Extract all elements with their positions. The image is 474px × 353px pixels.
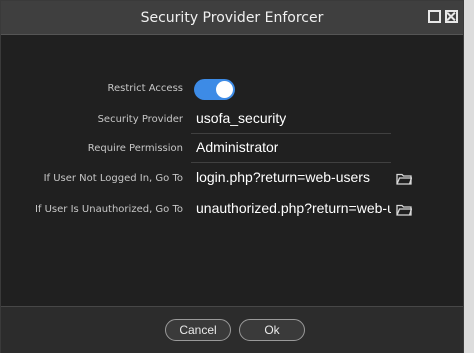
field-divider (191, 162, 391, 163)
restrict-access-label: Restrict Access (107, 83, 183, 94)
security-provider-dialog: Security Provider Enforcer Restrict Acce… (0, 0, 464, 353)
not-logged-in-row: If User Not Logged In, Go To login.php?r… (1, 167, 463, 193)
background-window-edge (464, 0, 474, 353)
ok-button[interactable]: Ok (239, 319, 305, 341)
require-permission-row: Require Permission Administrator (1, 137, 463, 163)
folder-icon[interactable] (396, 173, 412, 185)
not-logged-in-url-input[interactable]: login.php?return=web-users (196, 169, 391, 185)
toggle-knob (216, 81, 233, 98)
field-divider (191, 133, 391, 134)
folder-icon[interactable] (396, 204, 412, 216)
dialog-footer: Cancel Ok (1, 306, 463, 353)
restrict-access-row: Restrict Access (1, 77, 463, 103)
security-provider-row: Security Provider usofa_security (1, 108, 463, 134)
not-logged-in-label: If User Not Logged In, Go To (43, 173, 183, 184)
unauthorized-url-input[interactable]: unauthorized.php?return=web-us (196, 200, 391, 216)
restrict-access-toggle[interactable] (194, 79, 235, 100)
security-provider-value[interactable]: usofa_security (196, 110, 286, 126)
dialog-title: Security Provider Enforcer (140, 10, 324, 26)
maximize-icon[interactable] (428, 10, 441, 23)
security-provider-label: Security Provider (97, 114, 183, 125)
require-permission-label: Require Permission (87, 143, 183, 154)
unauthorized-row: If User Is Unauthorized, Go To unauthori… (1, 198, 463, 224)
unauthorized-label: If User Is Unauthorized, Go To (34, 204, 183, 215)
cancel-button[interactable]: Cancel (165, 319, 231, 341)
require-permission-value[interactable]: Administrator (196, 139, 278, 155)
close-icon[interactable] (445, 10, 458, 23)
title-bar[interactable]: Security Provider Enforcer (1, 1, 463, 35)
